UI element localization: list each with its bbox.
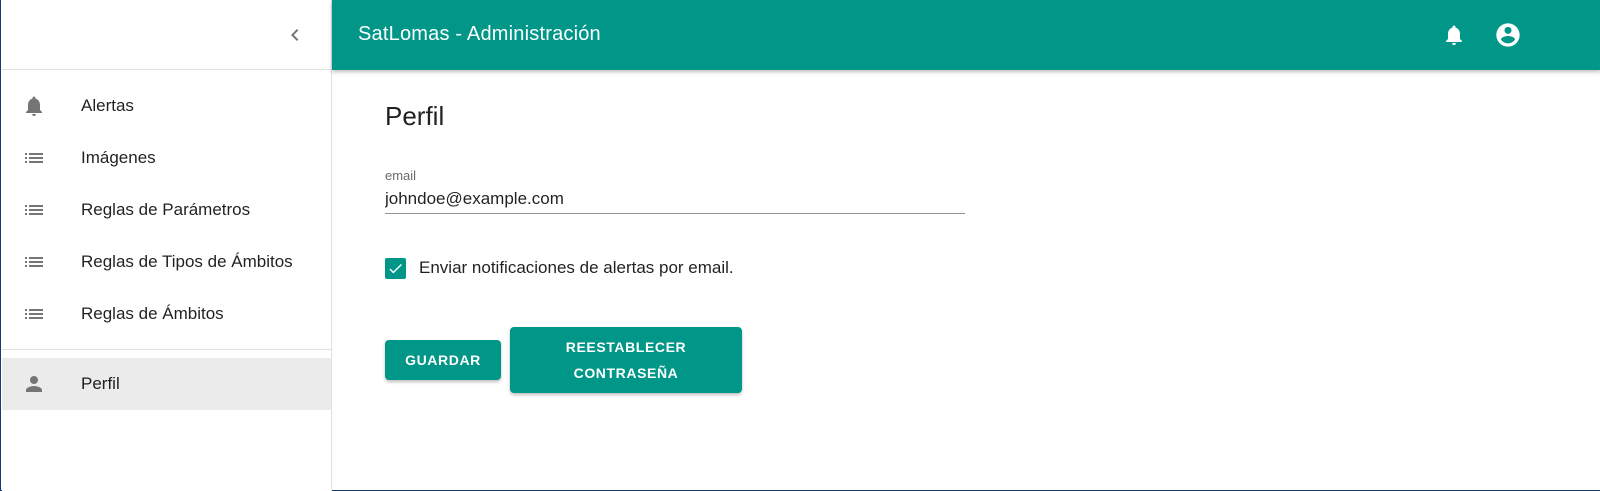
list-icon: [22, 198, 46, 222]
sidebar-item-reglas-parametros[interactable]: Reglas de Parámetros: [2, 184, 331, 236]
bell-icon: [22, 94, 46, 118]
sidebar-item-label: Reglas de Ámbitos: [81, 304, 224, 323]
main-content: Perfil email Enviar notificaciones de al…: [385, 70, 1585, 491]
person-icon: [22, 372, 46, 396]
sidebar-item-imagenes[interactable]: Imágenes: [2, 132, 331, 184]
chevron-left-icon: [291, 29, 299, 41]
sidebar-item-label: Perfil: [81, 374, 120, 393]
list-icon: [22, 146, 46, 170]
email-field: email: [385, 168, 965, 216]
email-input[interactable]: [385, 184, 965, 214]
bell-icon: [1446, 25, 1462, 45]
sidebar-item-perfil[interactable]: Perfil: [2, 358, 331, 410]
list-icon: [22, 250, 46, 274]
list-icon: [22, 302, 46, 326]
window-frame: Alertas Imágenes Reglas de Parámetros Re…: [0, 0, 1600, 491]
reset-password-button[interactable]: REESTABLECER CONTRASEÑA: [510, 327, 742, 393]
collapse-sidebar-button[interactable]: [275, 15, 315, 55]
sidebar-nav: Alertas Imágenes Reglas de Parámetros Re…: [2, 70, 331, 410]
account-circle-icon: [1496, 23, 1520, 47]
sidebar-item-label: Imágenes: [81, 148, 156, 167]
notify-checkbox-label: Enviar notificaciones de alertas por ema…: [419, 258, 734, 277]
sidebar-item-alertas[interactable]: Alertas: [2, 80, 331, 132]
notifications-button[interactable]: [1438, 19, 1470, 51]
sidebar-item-label: Reglas de Parámetros: [81, 200, 251, 219]
email-label: email: [385, 168, 417, 183]
app-title: SatLomas - Administración: [358, 23, 601, 45]
sidebar-header: [2, 0, 331, 70]
sidebar-item-reglas-ambitos[interactable]: Reglas de Ámbitos: [2, 288, 331, 340]
account-button[interactable]: [1492, 19, 1524, 51]
save-button[interactable]: GUARDAR: [385, 340, 501, 380]
sidebar-divider: [2, 349, 331, 350]
notify-checkbox-row[interactable]: Enviar notificaciones de alertas por ema…: [385, 256, 734, 280]
notify-checkbox[interactable]: [385, 257, 406, 279]
check-icon: [389, 263, 402, 273]
sidebar-item-label: Alertas: [81, 96, 134, 115]
app-bar: SatLomas - Administración: [332, 0, 1600, 70]
sidebar-item-reglas-tipos-ambitos[interactable]: Reglas de Tipos de Ámbitos: [2, 236, 331, 288]
sidebar-item-label: Reglas de Tipos de Ámbitos: [81, 252, 293, 271]
sidebar: Alertas Imágenes Reglas de Parámetros Re…: [2, 0, 332, 491]
page-title: Perfil: [385, 101, 445, 131]
